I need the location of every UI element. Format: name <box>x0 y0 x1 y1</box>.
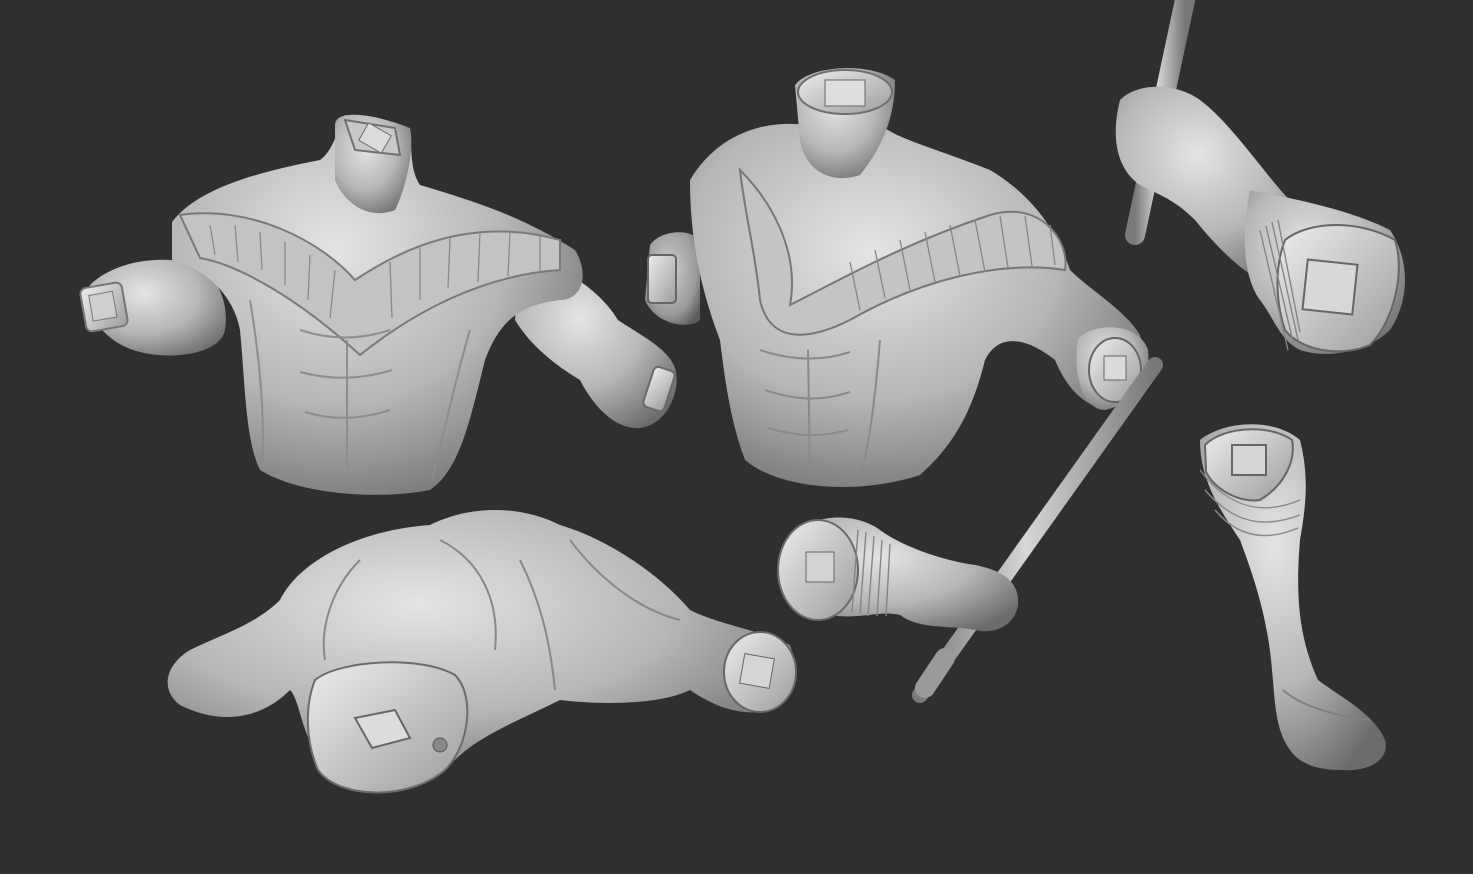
sculpt-canvas <box>79 0 1405 794</box>
forearm-top-socket-key <box>1301 258 1359 316</box>
torso-front-center[interactable] <box>645 68 1149 488</box>
boot-socket-key <box>1231 444 1267 476</box>
forearm-socket-key <box>805 551 835 583</box>
back-arm-socket-key <box>739 653 775 689</box>
sculpt-viewport[interactable] <box>0 0 1473 874</box>
neck-socket-key-center <box>824 79 866 107</box>
staff-end-cap <box>915 648 955 698</box>
boot-leg[interactable] <box>1199 424 1386 771</box>
base-pin-hole <box>432 737 448 753</box>
torso-front-left[interactable] <box>79 114 677 495</box>
arm-with-staff-bottom[interactable] <box>777 517 1019 632</box>
back-body <box>167 510 794 779</box>
torso-back[interactable] <box>167 510 797 794</box>
arm-socket-key <box>88 290 118 322</box>
torso-body-center <box>690 123 1144 488</box>
right-wrist-socket-key <box>1103 355 1127 381</box>
arm-with-staff-top[interactable] <box>1115 0 1405 354</box>
left-shoulder-socket <box>647 254 677 304</box>
